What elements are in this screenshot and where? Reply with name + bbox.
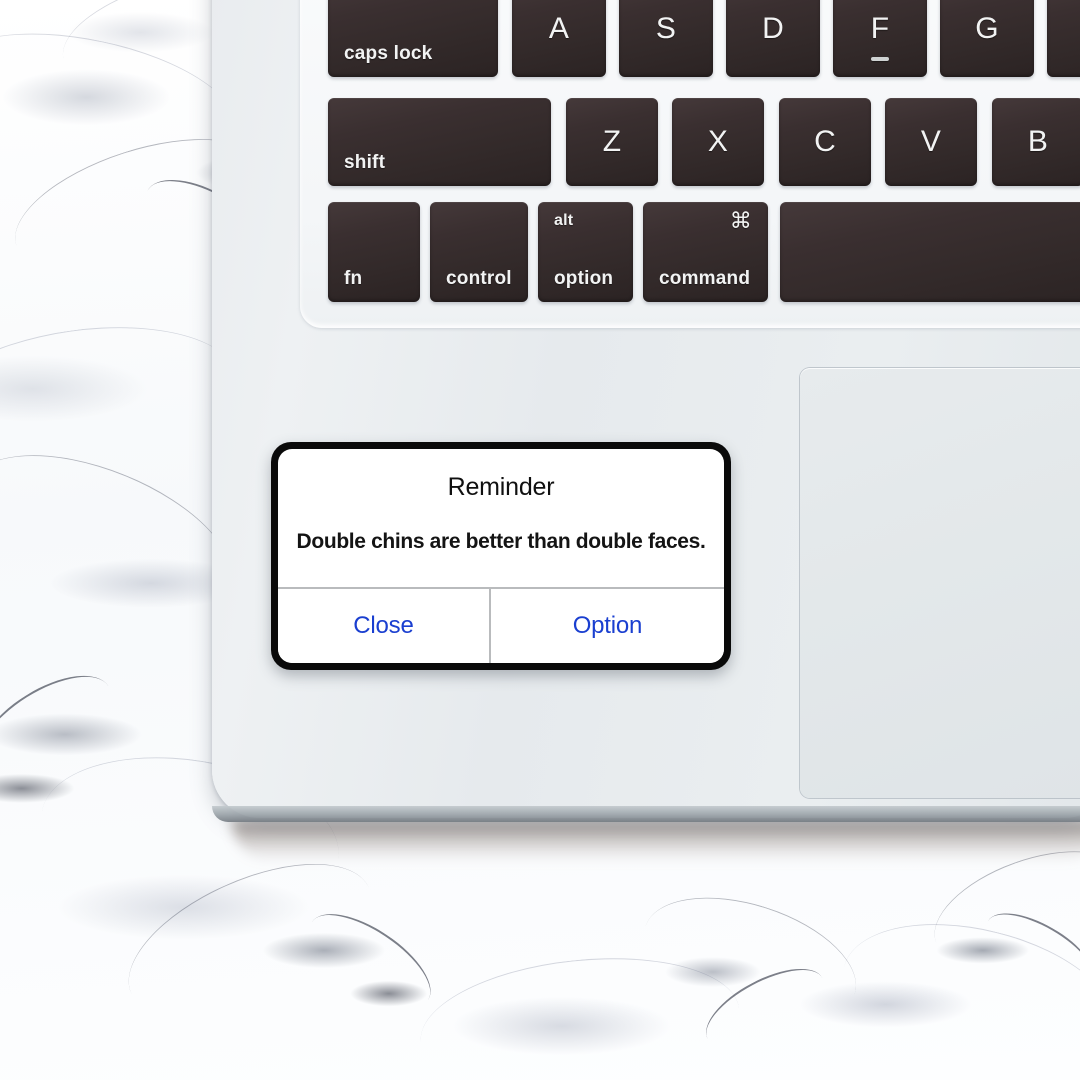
key-alt-label: alt	[554, 212, 574, 229]
marble-vein	[827, 898, 1080, 1080]
dialog-body: Reminder Double chins are better than do…	[278, 449, 724, 587]
laptop-drop-shadow	[232, 820, 1080, 862]
key-c[interactable]: C	[779, 98, 871, 186]
key-fn[interactable]: fn	[328, 202, 420, 302]
key-label: G	[975, 11, 999, 45]
key-label: command	[659, 268, 751, 289]
key-d[interactable]: D	[726, 0, 820, 77]
key-a[interactable]: A	[512, 0, 606, 77]
marble-vein	[975, 898, 1080, 1004]
key-control[interactable]: control	[430, 202, 528, 302]
close-button[interactable]: Close	[278, 589, 489, 663]
key-label: option	[554, 268, 614, 289]
marble-vein	[106, 832, 394, 1049]
key-caps-lock[interactable]: caps lock	[328, 0, 498, 77]
key-label: C	[814, 125, 836, 158]
key-option[interactable]: alt option	[538, 202, 633, 302]
laptop-front-lip	[212, 806, 1080, 822]
key-x[interactable]: X	[672, 98, 764, 186]
key-label: X	[707, 125, 729, 158]
key-command[interactable]: ⌘ command	[643, 202, 768, 302]
key-label: control	[446, 268, 512, 289]
key-label: shift	[344, 152, 386, 173]
key-s[interactable]: S	[619, 0, 713, 77]
key-v[interactable]: V	[885, 98, 977, 186]
key-g[interactable]: G	[940, 0, 1034, 77]
key-label: B	[1027, 125, 1049, 158]
marble-vein	[694, 952, 836, 1065]
key-label: caps lock	[344, 43, 433, 64]
marble-vein	[414, 943, 746, 1080]
dialog-inner: Reminder Double chins are better than do…	[278, 449, 724, 663]
marble-vein	[294, 896, 446, 1026]
command-glyph-icon: ⌘	[729, 208, 752, 233]
key-label: A	[548, 11, 570, 45]
marble-vein	[628, 873, 872, 1048]
home-key-bump-icon	[871, 57, 889, 61]
dialog-message: Double chins are better than double face…	[296, 530, 706, 553]
reminder-dialog: Reminder Double chins are better than do…	[271, 442, 731, 670]
option-button[interactable]: Option	[488, 589, 724, 663]
trackpad[interactable]	[800, 368, 1080, 798]
sticker-scene: caps lock A S D F G shift Z X C V B fn c…	[0, 0, 1080, 1080]
key-label: V	[920, 125, 942, 158]
key-label: fn	[344, 268, 363, 289]
key-f[interactable]: F	[833, 0, 927, 77]
dialog-title: Reminder	[447, 473, 555, 501]
key-h[interactable]	[1047, 0, 1080, 77]
key-shift[interactable]: shift	[328, 98, 551, 186]
key-label: D	[762, 11, 784, 45]
key-label: F	[870, 11, 890, 45]
key-label: S	[655, 11, 677, 45]
marble-vein	[0, 655, 128, 797]
key-space[interactable]	[780, 202, 1080, 302]
dialog-actions: Close Option	[278, 587, 724, 663]
key-label: Z	[602, 125, 622, 158]
key-z[interactable]: Z	[566, 98, 658, 186]
key-b[interactable]: B	[992, 98, 1080, 186]
